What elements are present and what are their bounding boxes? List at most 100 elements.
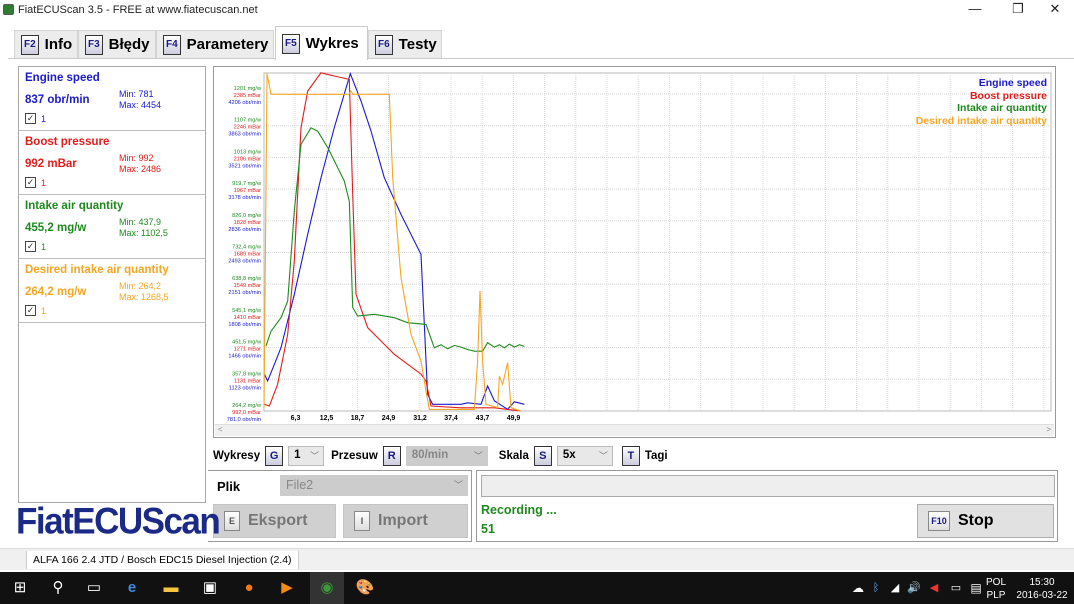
x-tick-label: 37,4 xyxy=(444,415,458,422)
keyboard-layout: PLP xyxy=(986,590,1006,601)
param-graph-number: 1 xyxy=(41,242,47,252)
param-engine-speed: Engine speed 837 obr/min Min: 781 Max: 44… xyxy=(19,67,205,131)
tab-info[interactable]: F2 Info xyxy=(14,30,78,58)
param-checkbox[interactable]: ✓ xyxy=(25,177,36,188)
import-button[interactable]: I Import xyxy=(343,504,468,538)
przesuw-key-button[interactable]: R xyxy=(382,446,401,466)
paint-icon[interactable]: 🎨 xyxy=(355,578,375,598)
y-tick-label: 826,0 mg/w xyxy=(232,213,262,219)
firefox-icon[interactable]: ● xyxy=(239,578,259,598)
skala-value: 5x xyxy=(562,449,576,461)
param-max: Max: 4454 xyxy=(119,100,162,110)
tab-testy[interactable]: F6 Testy xyxy=(368,30,442,58)
param-graph-number: 1 xyxy=(41,114,47,124)
clock[interactable]: 15:30 2016-03-22 xyxy=(1016,576,1068,602)
y-tick-label: 1410 mBar xyxy=(234,315,261,321)
stop-button[interactable]: F10 Stop xyxy=(917,504,1054,538)
param-checkbox[interactable]: ✓ xyxy=(25,305,36,316)
edge-icon[interactable]: e xyxy=(122,578,142,598)
taskbar: ⊞ ⚲ ▭ e ▬ ▣ ● ▶ ◉ 🎨 ☁ ᛒ ◢ 🔊 ◀ ▭ ▤ POL PLP… xyxy=(0,572,1074,604)
param-checkbox[interactable]: ✓ xyxy=(25,241,36,252)
f6-key-icon: F6 xyxy=(375,34,393,55)
export-label: Eksport xyxy=(248,512,308,529)
x-tick-label: 12,5 xyxy=(320,415,334,422)
param-max: Max: 1268,5 xyxy=(119,292,169,302)
status-bar: ALFA 166 2.4 JTD / Bosch EDC15 Diesel In… xyxy=(0,548,1074,570)
volume-icon[interactable]: 🔊 xyxy=(904,578,924,598)
wykresy-select[interactable]: 1 ﹀ xyxy=(288,446,325,466)
tagi-key-button[interactable]: T xyxy=(621,446,640,466)
tab-label: Błędy xyxy=(108,36,150,53)
przesuw-label: Przesuw xyxy=(331,450,378,462)
y-tick-label: 2151 obr/min xyxy=(228,290,261,296)
param-min: Min: 264,2 xyxy=(119,281,162,291)
input-language[interactable]: POL PLP xyxy=(986,576,1006,602)
chart-panel: 264,2 mg/w 992,0 mBar 781,0 obr/min 357,8 m… xyxy=(213,66,1056,438)
y-tick-label: 2106 mBar xyxy=(234,156,261,162)
export-button[interactable]: E Eksport xyxy=(213,504,336,538)
i-key-icon: I xyxy=(354,511,370,531)
file-panel: Plik File2 ﹀ E Eksport I Import xyxy=(208,470,472,542)
legend-intake-air: Intake air quantity xyxy=(957,102,1047,114)
skala-select[interactable]: 5x ﹀ xyxy=(556,446,613,466)
speaker-alert-icon[interactable]: ◀ xyxy=(924,578,944,598)
search-icon[interactable]: ⚲ xyxy=(48,578,68,598)
tab-parametery[interactable]: F4 Parametery xyxy=(156,30,274,58)
chart-horizontal-scrollbar[interactable]: < > xyxy=(215,424,1054,436)
y-tick-label: 1808 obr/min xyxy=(228,322,261,328)
x-tick-label: 31,2 xyxy=(413,415,427,422)
chart-legend: Engine speed Boost pressure Intake air q… xyxy=(916,77,1047,127)
status-panel: Recording ... 51 F10 Stop xyxy=(476,470,1058,542)
przesuw-value: 80/min xyxy=(411,449,449,461)
x-tick-label: 49,9 xyxy=(507,415,521,422)
param-checkbox[interactable]: ✓ xyxy=(25,113,36,124)
store-icon[interactable]: ▣ xyxy=(200,578,220,598)
chevron-down-icon: ﹀ xyxy=(310,451,320,461)
wykresy-key-button[interactable]: G xyxy=(265,446,284,466)
param-name: Intake air quantity xyxy=(25,200,124,212)
minimize-button[interactable]: — xyxy=(960,0,990,20)
fiatecuscan-taskbar-icon[interactable]: ◉ xyxy=(310,572,344,604)
sample-count: 51 xyxy=(481,522,495,536)
x-tick-label: 6,3 xyxy=(291,415,301,422)
stop-label: Stop xyxy=(958,512,994,529)
close-button[interactable]: ✕ xyxy=(1040,0,1070,20)
battery-icon[interactable]: ▭ xyxy=(946,578,966,598)
chart-controls: Wykresy G 1 ﹀ Przesuw R 80/min ﹀ Skala S 5… xyxy=(213,445,668,467)
y-tick-label: 781,0 obr/min xyxy=(227,417,261,423)
param-desired-intake-air: Desired intake air quantity 264,2 mg/w M… xyxy=(19,259,205,323)
notifications-icon[interactable]: ▤ xyxy=(966,578,986,598)
legend-engine-speed: Engine speed xyxy=(978,77,1047,89)
tab-bledy[interactable]: F3 Błędy xyxy=(78,30,156,58)
y-tick-label: 3521 obr/min xyxy=(228,163,261,169)
param-name: Engine speed xyxy=(25,72,100,84)
wifi-icon[interactable]: ◢ xyxy=(885,578,905,598)
param-graph-number: 1 xyxy=(41,178,47,188)
media-player-icon[interactable]: ▶ xyxy=(277,578,297,598)
maximize-button[interactable]: ❐ xyxy=(1003,0,1033,20)
tab-wykres[interactable]: F5 Wykres xyxy=(275,26,368,60)
cloud-icon[interactable]: ☁ xyxy=(848,578,868,598)
file-select[interactable]: File2 ﹀ xyxy=(280,475,468,496)
vehicle-info: ALFA 166 2.4 JTD / Bosch EDC15 Diesel In… xyxy=(26,551,299,569)
y-tick-label: 2246 mBar xyxy=(234,125,261,131)
bluetooth-icon[interactable]: ᛒ xyxy=(866,578,886,598)
status-text: Recording ... xyxy=(481,503,557,517)
y-tick-label: 1107 mg/w xyxy=(234,118,262,124)
legend-boost-pressure: Boost pressure xyxy=(969,89,1047,102)
scroll-left-icon[interactable]: < xyxy=(218,425,223,434)
tagi-label: Tagi xyxy=(644,450,668,462)
y-tick-label: 545,1 mg/w xyxy=(232,308,262,314)
file-explorer-icon[interactable]: ▬ xyxy=(161,578,181,598)
y-tick-label: 2493 obr/min xyxy=(228,259,261,265)
windows-start-icon[interactable]: ⊞ xyxy=(10,578,30,598)
chevron-down-icon: ﹀ xyxy=(473,451,483,461)
task-view-icon[interactable]: ▭ xyxy=(84,578,104,598)
tab-label: Wykres xyxy=(305,35,359,52)
y-tick-label: 1201 mg/w xyxy=(234,86,262,92)
przesuw-select[interactable]: 80/min ﹀ xyxy=(405,446,488,466)
skala-key-button[interactable]: S xyxy=(533,446,552,466)
scroll-right-icon[interactable]: > xyxy=(1046,425,1051,434)
y-tick-label: 1689 mBar xyxy=(234,252,261,258)
window-title: FiatECUScan 3.5 - FREE at www.fiatecusca… xyxy=(18,4,258,16)
